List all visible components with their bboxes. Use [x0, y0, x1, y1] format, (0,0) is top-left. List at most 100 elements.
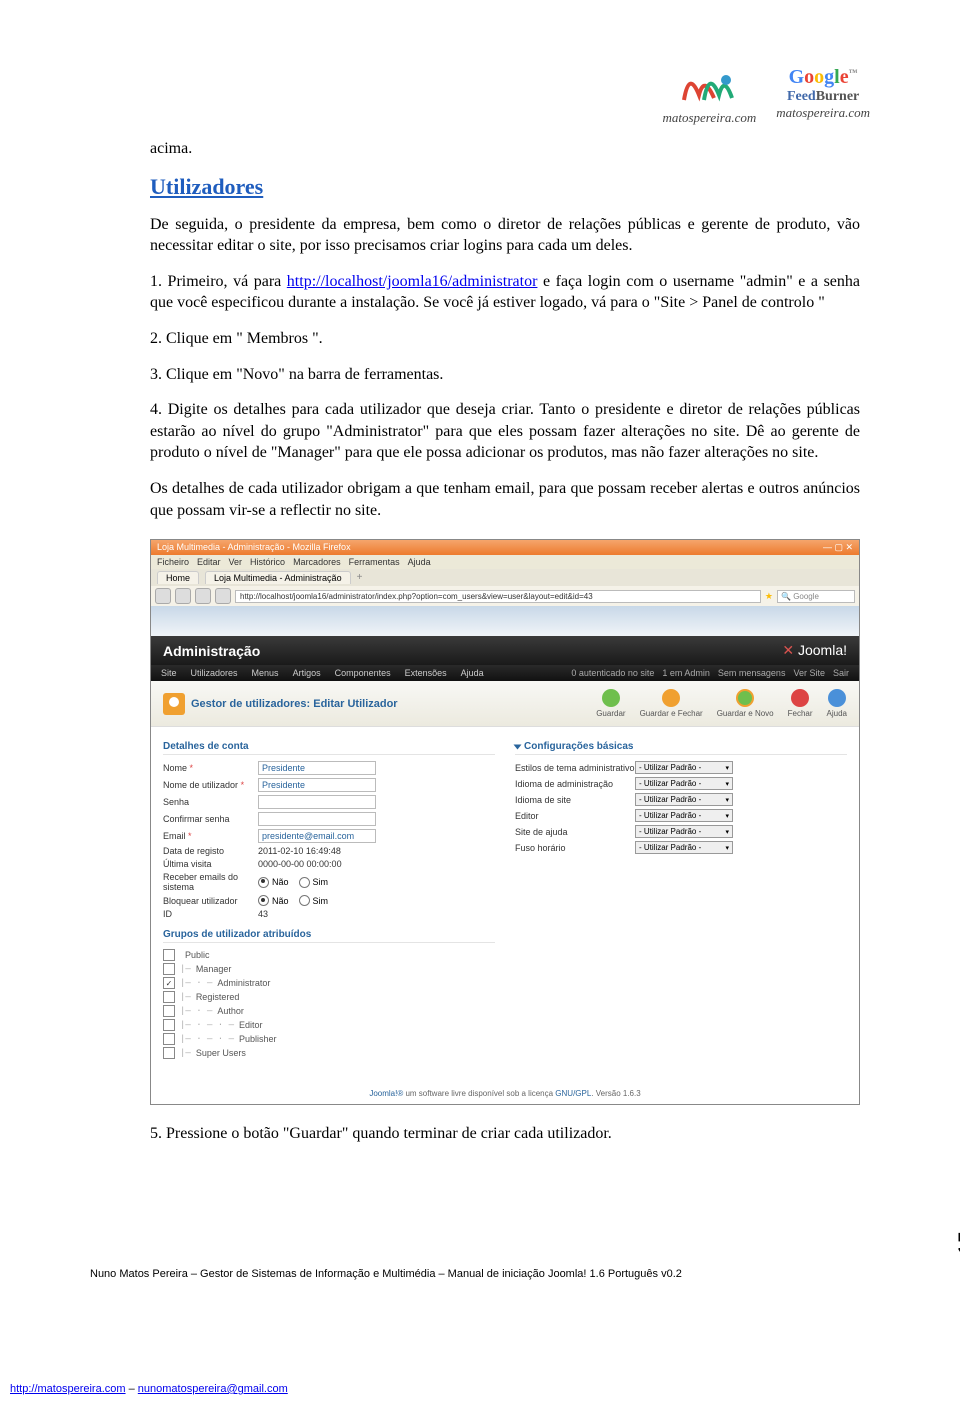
config-select[interactable]: - Utilizar Padrão - [635, 809, 733, 822]
admin-menubar: Site Utilizadores Menus Artigos Componentes E… [151, 665, 859, 681]
admin-menu-item[interactable]: Menus [252, 668, 279, 678]
config-select[interactable]: - Utilizar Padrão - [635, 761, 733, 774]
step-4: 4. Digite os detalhes para cada utilizad… [150, 399, 860, 521]
group-checkbox[interactable] [163, 1019, 175, 1031]
feedburner-text: FeedBurner [787, 89, 859, 105]
logo-caption-1: matospereira.com [662, 110, 756, 126]
step-2: 2. Clique em " Membros ". [150, 328, 860, 350]
admin-menu-item[interactable]: Site [161, 668, 177, 678]
firefox-menubar: Ficheiro Editar Ver Histórico Marcadores Ferr… [151, 555, 859, 569]
group-checkbox[interactable] [163, 991, 175, 1003]
admin-menu-item[interactable]: Artigos [293, 668, 321, 678]
group-row[interactable]: |— Super Users [163, 1047, 495, 1059]
config-row: Estilos de tema administrativo- Utilizar… [515, 761, 847, 774]
email-link[interactable]: nunomatospereira@gmail.com [138, 1383, 288, 1395]
disclosure-icon[interactable] [514, 744, 522, 749]
reload-icon[interactable] [195, 588, 211, 604]
step-5: 5. Pressione o botão "Guardar" quando te… [150, 1123, 860, 1145]
config-row: Idioma de administração- Utilizar Padrão… [515, 777, 847, 790]
config-row: Site de ajuda- Utilizar Padrão - [515, 825, 847, 838]
config-select[interactable]: - Utilizar Padrão - [635, 825, 733, 838]
admin-menu-item[interactable]: Utilizadores [191, 668, 238, 678]
config-row: Editor- Utilizar Padrão - [515, 809, 847, 822]
save-close-button[interactable]: Guardar e Fechar [640, 689, 703, 718]
group-checkbox[interactable] [163, 1005, 175, 1017]
section-heading: Utilizadores [150, 174, 860, 200]
admin-menu-item[interactable]: Ajuda [461, 668, 484, 678]
editor-toolbar: Guardar Guardar e Fechar Guardar e Novo … [596, 689, 847, 718]
admin-status-item[interactable]: Sair [833, 668, 849, 678]
editor-left-column: Detalhes de conta Nome *Presidente Nome … [163, 737, 495, 1061]
help-button[interactable]: Ajuda [827, 689, 847, 718]
group-checkbox[interactable] [163, 949, 175, 961]
firefox-active-tab[interactable]: Loja Multimedia - Administração [205, 571, 351, 584]
page-footer: Nuno Matos Pereira – Gestor de Sistemas … [90, 1268, 870, 1280]
block-user-yes[interactable]: Sim [299, 895, 329, 906]
step-1: 1. Primeiro, vá para http://localhost/jo… [150, 271, 860, 314]
admin-menu-item[interactable]: Extensões [405, 668, 447, 678]
window-controls-icon: — ▢ ✕ [823, 542, 853, 553]
group-row[interactable]: |— Manager [163, 963, 495, 975]
group-checkbox[interactable] [163, 1047, 175, 1059]
group-row[interactable]: |— Registered [163, 991, 495, 1003]
group-row[interactable]: |— · — Author [163, 1005, 495, 1017]
back-icon[interactable] [155, 588, 171, 604]
username-input[interactable]: Presidente [258, 778, 376, 792]
firefox-menu-item[interactable]: Ver [229, 557, 243, 567]
group-checkbox[interactable] [163, 963, 175, 975]
forward-icon[interactable] [175, 588, 191, 604]
admin-status-item[interactable]: Ver Site [793, 668, 825, 678]
editor-right-column: Configurações básicas Estilos de tema ad… [515, 737, 847, 1061]
firefox-menu-item[interactable]: Ficheiro [157, 557, 189, 567]
group-checkbox[interactable] [163, 1033, 175, 1045]
save-button[interactable]: Guardar [596, 689, 625, 718]
google-text: Google™ [789, 66, 858, 89]
firefox-home-tab[interactable]: Home [157, 571, 199, 584]
step-3: 3. Clique em "Novo" na barra de ferramen… [150, 364, 860, 386]
search-box[interactable]: 🔍 Google [777, 590, 855, 603]
group-row[interactable]: |— · — · — Editor [163, 1019, 495, 1031]
password-input[interactable] [258, 795, 376, 809]
firefox-menu-item[interactable]: Histórico [250, 557, 285, 567]
intro-word: acima. [150, 138, 860, 160]
screenshot-footer: Joomla!® um software livre disponível so… [151, 1071, 859, 1104]
firefox-menu-item[interactable]: Editar [197, 557, 221, 567]
site-link[interactable]: http://matospereira.com [10, 1383, 126, 1395]
logo-mp: matospereira.com [662, 60, 756, 126]
home-icon[interactable] [215, 588, 231, 604]
config-select[interactable]: - Utilizar Padrão - [635, 793, 733, 806]
firefox-tabstrip: Home Loja Multimedia - Administração + [151, 569, 859, 586]
admin-url-link[interactable]: http://localhost/joomla16/administrator [287, 273, 538, 290]
mp-logo-icon [674, 60, 744, 110]
config-select[interactable]: - Utilizar Padrão - [635, 841, 733, 854]
receive-emails-yes[interactable]: Sim [299, 877, 329, 888]
firefox-menu-item[interactable]: Ajuda [408, 557, 431, 567]
confirm-password-input[interactable] [258, 812, 376, 826]
receive-emails-no[interactable]: Não [258, 877, 289, 888]
group-row[interactable]: ✓|— · — Administrator [163, 977, 495, 989]
admin-status-item[interactable]: 0 autenticado no site [571, 668, 654, 678]
group-row[interactable]: Public [163, 949, 495, 961]
group-checkbox[interactable]: ✓ [163, 977, 175, 989]
block-user-no[interactable]: Não [258, 895, 289, 906]
header-logos: matospereira.com Google™ FeedBurner mato… [90, 60, 870, 126]
save-new-button[interactable]: Guardar e Novo [717, 689, 774, 718]
name-input[interactable]: Presidente [258, 761, 376, 775]
admin-status-item[interactable]: Sem mensagens [718, 668, 786, 678]
config-select[interactable]: - Utilizar Padrão - [635, 777, 733, 790]
admin-menu-item[interactable]: Componentes [335, 668, 391, 678]
logo-caption-2: matospereira.com [776, 105, 870, 121]
editor-header: Gestor de utilizadores: Editar Utilizado… [151, 681, 859, 727]
address-bar[interactable]: http://localhost/joomla16/administrator/… [235, 590, 761, 603]
bottom-links: http://matospereira.com – nunomatosperei… [10, 1383, 288, 1395]
intro-paragraph: De seguida, o presidente da empresa, bem… [150, 214, 860, 257]
email-input[interactable]: presidente@email.com [258, 829, 376, 843]
firefox-menu-item[interactable]: Marcadores [293, 557, 341, 567]
page-number: Página15 [954, 1231, 960, 1290]
firefox-menu-item[interactable]: Ferramentas [349, 557, 400, 567]
close-button[interactable]: Fechar [788, 689, 813, 718]
admin-status-item[interactable]: 1 em Admin [662, 668, 710, 678]
group-row[interactable]: |— · — · — Publisher [163, 1033, 495, 1045]
joomla-screenshot: Loja Multimedia - Administração - Mozill… [150, 539, 860, 1105]
config-row: Fuso horário- Utilizar Padrão - [515, 841, 847, 854]
